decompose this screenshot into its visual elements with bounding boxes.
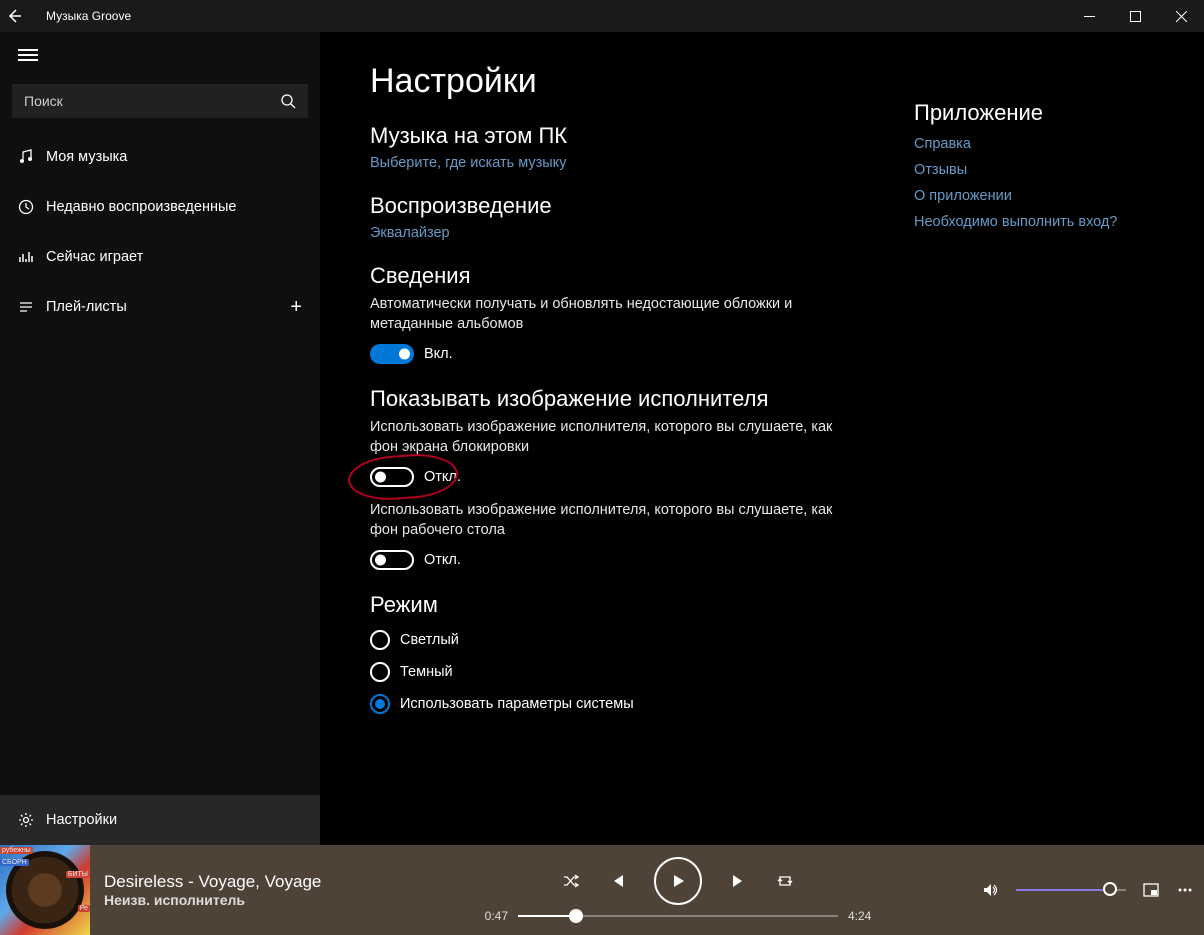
window-controls (1066, 0, 1204, 32)
choose-folders-link[interactable]: Выберите, где искать музыку (370, 155, 854, 171)
album-art[interactable]: рубежныСБОРНБИТЫРе (0, 845, 90, 935)
back-button[interactable] (6, 8, 46, 24)
sidebar-item-label: Настройки (46, 812, 117, 828)
radio-label: Темный (400, 664, 453, 680)
sidebar: Моя музыка Недавно воспроизведенные Сейч… (0, 32, 320, 845)
sidebar-item-label: Моя музыка (46, 149, 127, 165)
next-button[interactable] (730, 872, 748, 890)
mode-option-dark[interactable]: Темный (370, 662, 854, 682)
aside-heading: Приложение (914, 100, 1154, 126)
search-input[interactable] (24, 93, 280, 109)
previous-icon (608, 872, 626, 890)
app-title: Музыка Groove (46, 9, 131, 23)
settings-content: Настройки Музыка на этом ПК Выберите, гд… (320, 32, 1204, 845)
sidebar-item-settings[interactable]: Настройки (0, 795, 320, 845)
section-artist-image-heading: Показывать изображение исполнителя (370, 386, 854, 412)
search-box[interactable] (12, 84, 308, 118)
miniview-icon (1142, 881, 1160, 899)
metadata-toggle[interactable] (370, 344, 414, 364)
volume-knob[interactable] (1103, 882, 1117, 896)
player-controls-center: 0:47 4:24 (374, 857, 982, 923)
main-area: Моя музыка Недавно воспроизведенные Сейч… (0, 32, 1204, 845)
equalizer-link[interactable]: Эквалайзер (370, 225, 854, 241)
repeat-icon (776, 872, 794, 890)
mode-option-system[interactable]: Использовать параметры системы (370, 694, 854, 714)
progress-bar[interactable] (518, 915, 838, 917)
sidebar-item-recent[interactable]: Недавно воспроизведенные (0, 182, 320, 232)
back-arrow-icon (6, 8, 22, 24)
volume-bar[interactable] (1016, 889, 1126, 891)
radio-icon (370, 630, 390, 650)
lockscreen-toggle[interactable] (370, 467, 414, 487)
duration-time: 4:24 (848, 909, 871, 923)
clock-icon (18, 199, 46, 215)
music-note-icon (18, 149, 46, 165)
volume-icon (982, 881, 1000, 899)
playlist-icon (18, 299, 46, 315)
metadata-toggle-label: Вкл. (424, 346, 453, 362)
radio-icon (370, 694, 390, 714)
minimize-button[interactable] (1066, 0, 1112, 32)
progress-knob[interactable] (569, 909, 583, 923)
lockscreen-toggle-label: Откл. (424, 469, 461, 485)
miniview-button[interactable] (1142, 881, 1160, 899)
track-info: Desireless - Voyage, Voyage Неизв. испол… (104, 872, 374, 908)
settings-main-column: Настройки Музыка на этом ПК Выберите, гд… (370, 62, 854, 825)
close-button[interactable] (1158, 0, 1204, 32)
section-playback-heading: Воспроизведение (370, 193, 854, 219)
play-icon (669, 872, 687, 890)
section-info-heading: Сведения (370, 263, 854, 289)
hamburger-button[interactable] (0, 32, 320, 78)
signin-link[interactable]: Необходимо выполнить вход? (914, 214, 1154, 230)
maximize-button[interactable] (1112, 0, 1158, 32)
progress-fill (518, 915, 576, 917)
maximize-icon (1130, 11, 1141, 22)
radio-label: Светлый (400, 632, 459, 648)
track-title: Desireless - Voyage, Voyage (104, 872, 374, 892)
minimize-icon (1084, 11, 1095, 22)
sidebar-item-now-playing[interactable]: Сейчас играет (0, 232, 320, 282)
section-mode-heading: Режим (370, 592, 854, 618)
shuffle-button[interactable] (562, 872, 580, 890)
about-link[interactable]: О приложении (914, 188, 1154, 204)
lockscreen-desc: Использовать изображение исполнителя, ко… (370, 418, 854, 457)
shuffle-icon (562, 872, 580, 890)
radio-label: Использовать параметры системы (400, 696, 634, 712)
page-title: Настройки (370, 62, 854, 101)
section-local-heading: Музыка на этом ПК (370, 123, 854, 149)
gear-icon (18, 812, 46, 828)
desktop-toggle-label: Откл. (424, 552, 461, 568)
titlebar: Музыка Groove (0, 0, 1204, 32)
desktop-desc: Использовать изображение исполнителя, ко… (370, 501, 854, 540)
volume-fill (1016, 889, 1111, 891)
add-playlist-button[interactable]: + (290, 296, 302, 319)
settings-aside: Приложение Справка Отзывы О приложении Н… (914, 62, 1154, 825)
more-button[interactable] (1176, 881, 1194, 899)
equalizer-icon (18, 249, 46, 265)
help-link[interactable]: Справка (914, 136, 1154, 152)
mode-option-light[interactable]: Светлый (370, 630, 854, 650)
track-artist: Неизв. исполнитель (104, 892, 374, 908)
feedback-link[interactable]: Отзывы (914, 162, 1154, 178)
play-button[interactable] (654, 857, 702, 905)
volume-button[interactable] (982, 881, 1000, 899)
search-icon (280, 93, 296, 109)
close-icon (1176, 11, 1187, 22)
previous-button[interactable] (608, 872, 626, 890)
sidebar-item-label: Недавно воспроизведенные (46, 199, 236, 215)
elapsed-time: 0:47 (485, 909, 508, 923)
radio-icon (370, 662, 390, 682)
next-icon (730, 872, 748, 890)
repeat-button[interactable] (776, 872, 794, 890)
sidebar-item-label: Плей-листы (46, 299, 127, 315)
info-desc: Автоматически получать и обновлять недос… (370, 295, 854, 334)
player-controls-right (982, 881, 1194, 899)
sidebar-item-label: Сейчас играет (46, 249, 143, 265)
sidebar-item-my-music[interactable]: Моя музыка (0, 132, 320, 182)
sidebar-item-playlists[interactable]: Плей-листы + (0, 282, 320, 332)
player-bar: рубежныСБОРНБИТЫРе Desireless - Voyage, … (0, 845, 1204, 935)
more-icon (1176, 881, 1194, 899)
desktop-toggle[interactable] (370, 550, 414, 570)
